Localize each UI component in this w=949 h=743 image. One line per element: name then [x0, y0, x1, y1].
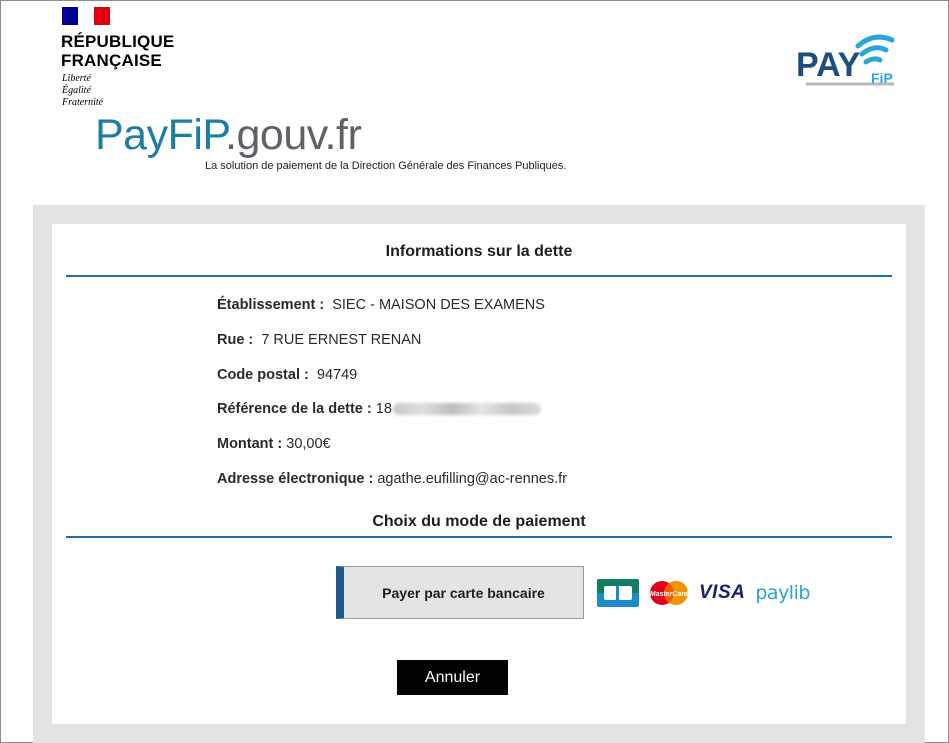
field-label: Établissement :	[217, 297, 325, 313]
info-row-street: Rue : 7 RUE ERNEST RENAN	[217, 332, 421, 348]
redacted-reference	[392, 403, 541, 416]
paylib-logo: paylib	[755, 582, 810, 604]
debt-info-title: Informations sur la dette	[385, 243, 573, 260]
field-value: 7 RUE ERNEST RENAN	[261, 332, 422, 348]
tagline: La solution de paiement de la Direction …	[205, 160, 567, 172]
pay-by-card-button[interactable]: Payer par carte bancaire	[336, 566, 584, 619]
section-divider	[66, 536, 892, 538]
payfip-logo: PAY FiP	[796, 34, 895, 86]
info-row-postal-code: Code postal : 94749	[217, 367, 357, 383]
cancel-button[interactable]: Annuler	[397, 660, 508, 695]
info-row-amount: Montant : 30,00€	[217, 436, 331, 452]
svg-text:PAY: PAY	[796, 46, 861, 84]
republique-francaise-title: RÉPUBLIQUE FRANÇAISE	[61, 32, 175, 70]
mastercard-logo: MasterCard	[650, 581, 689, 605]
payfip-gouv-brand: PayFiP.gouv.fr	[95, 111, 362, 159]
svg-text:FiP: FiP	[871, 70, 893, 86]
info-row-debt-reference: Référence de la dette : 18	[217, 401, 541, 417]
payment-panel: Informations sur la dette Établissement …	[52, 224, 906, 724]
field-value: SIEC - MAISON DES EXAMENS	[332, 297, 545, 313]
cb-logo	[597, 579, 639, 607]
marianne-flag-logo	[62, 7, 110, 25]
field-value: 94749	[316, 367, 358, 383]
visa-logo: VISA	[699, 582, 746, 603]
field-label: Référence de la dette :	[217, 401, 372, 417]
field-label: Montant :	[217, 436, 283, 452]
info-row-email: Adresse électronique : agathe.eufilling@…	[217, 471, 567, 487]
svg-text:MasterCard: MasterCard	[650, 591, 689, 598]
field-value: agathe.eufilling@ac-rennes.fr	[377, 471, 567, 487]
field-value: 18	[375, 401, 392, 417]
field-label: Rue :	[217, 332, 254, 348]
section-divider	[66, 275, 892, 277]
info-row-establishment: Établissement : SIEC - MAISON DES EXAMEN…	[217, 297, 545, 313]
republic-motto: Liberté Égalité Fraternité	[62, 73, 104, 108]
payment-mode-title: Choix du mode de paiement	[372, 513, 586, 530]
field-label: Adresse électronique :	[217, 471, 374, 487]
field-value: 30,00€	[286, 436, 331, 452]
field-label: Code postal :	[217, 367, 309, 383]
card-logos: MasterCard VISA paylib	[597, 578, 810, 608]
